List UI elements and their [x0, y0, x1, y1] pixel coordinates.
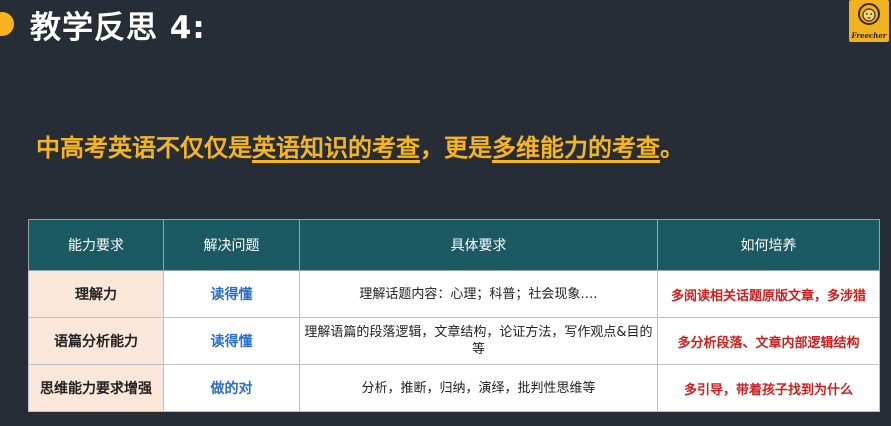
- table-row: 理解力 读得懂 理解话题内容：心理；科普；社会现象…. 多阅读相关话题原版文章，…: [28, 270, 880, 318]
- cell-detail: 理解语篇的段落逻辑，文章结构，论证方法，写作观点&目的等: [299, 317, 658, 365]
- ability-table: 能力要求 解决问题 具体要求 如何培养 理解力 读得懂 理解话题内容：心理；科普…: [28, 219, 880, 412]
- header-solve: 解决问题: [163, 219, 300, 271]
- statement-part1: 中高考英语不仅仅是: [36, 134, 252, 162]
- statement-highlight-ability: 多维能力的考查: [492, 134, 660, 162]
- cell-ability: 语篇分析能力: [28, 317, 164, 365]
- cell-solve: 读得懂: [163, 317, 300, 365]
- cell-cultivate: 多引导，带着孩子找到为什么: [657, 364, 880, 412]
- header-ability: 能力要求: [28, 219, 164, 271]
- statement-highlight-knowledge: 英语知识的考查: [252, 134, 420, 162]
- table-header-row: 能力要求 解决问题 具体要求 如何培养: [28, 219, 880, 271]
- cell-cultivate: 多分析段落、文章内部逻辑结构: [657, 317, 880, 365]
- table-row: 思维能力要求增强 做的对 分析，推断，归纳，演绎，批判性思维等 多引导，带着孩子…: [28, 364, 880, 412]
- header-detail: 具体要求: [299, 219, 658, 271]
- slide-title: 教学反思 4:: [30, 10, 206, 46]
- statement-part3: 。: [660, 134, 684, 162]
- key-statement: 中高考英语不仅仅是英语知识的考查，更是多维能力的考查。: [36, 128, 684, 163]
- cell-detail: 分析，推断，归纳，演绎，批判性思维等: [299, 364, 658, 412]
- cell-solve: 做的对: [163, 364, 300, 412]
- cell-ability: 思维能力要求增强: [28, 364, 164, 412]
- statement-part2: ，更是: [420, 134, 492, 162]
- brand-name: Freecher: [851, 31, 887, 40]
- cell-solve: 读得懂: [163, 270, 300, 318]
- cell-ability: 理解力: [28, 270, 164, 318]
- header-cultivate: 如何培养: [657, 219, 880, 271]
- lion-logo-icon: [858, 3, 880, 25]
- cell-cultivate: 多阅读相关话题原版文章，多涉猎: [657, 270, 880, 318]
- bullet-dot: [0, 12, 14, 36]
- brand-logo: Freecher: [849, 0, 889, 42]
- cell-detail: 理解话题内容：心理；科普；社会现象….: [299, 270, 658, 318]
- table-row: 语篇分析能力 读得懂 理解语篇的段落逻辑，文章结构，论证方法，写作观点&目的等 …: [28, 317, 880, 365]
